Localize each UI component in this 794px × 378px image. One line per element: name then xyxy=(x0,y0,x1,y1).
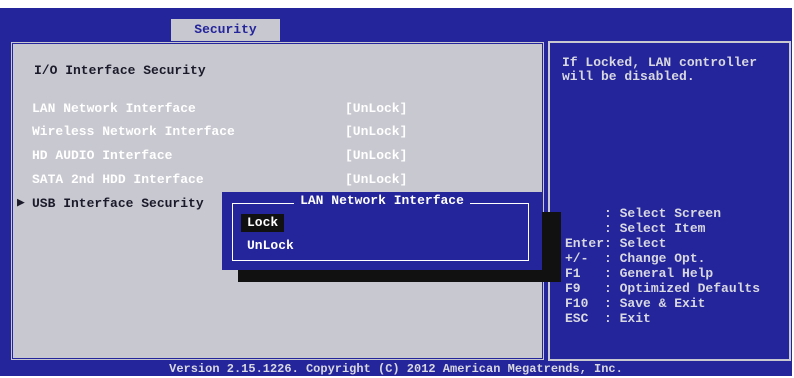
help-description: If Locked, LAN controller will be disabl… xyxy=(562,56,757,84)
key-general-help: F1 : General Help xyxy=(565,266,714,281)
menu-item-sata-label[interactable]: SATA 2nd HDD Interface xyxy=(32,172,204,187)
key-save-exit: F10 : Save & Exit xyxy=(565,296,706,311)
help-line-2: will be disabled. xyxy=(562,69,695,84)
help-line-1: If Locked, LAN controller xyxy=(562,55,758,70)
option-dialog: LAN Network Interface Lock UnLock xyxy=(222,192,542,270)
key-exit: ESC : Exit xyxy=(565,311,651,326)
key-select-item: : Select Item xyxy=(565,221,706,236)
submenu-arrow-icon: ▶ xyxy=(17,195,25,210)
menu-item-lan-value[interactable]: [UnLock] xyxy=(345,101,407,116)
menu-item-usb-label[interactable]: USB Interface Security xyxy=(32,196,204,211)
menu-item-hdaudio-value[interactable]: [UnLock] xyxy=(345,148,407,163)
option-unlock[interactable]: UnLock xyxy=(241,237,300,255)
key-change-opt: +/- : Change Opt. xyxy=(565,251,706,266)
dialog-title: LAN Network Interface xyxy=(222,193,542,208)
dialog-title-text: LAN Network Interface xyxy=(294,193,470,208)
version-footer: Version 2.15.1226. Copyright (C) 2012 Am… xyxy=(169,362,623,376)
menu-item-hdaudio-label[interactable]: HD AUDIO Interface xyxy=(32,148,172,163)
option-lock[interactable]: Lock xyxy=(241,214,285,232)
menu-item-wireless-label[interactable]: Wireless Network Interface xyxy=(32,124,235,139)
key-enter: Enter: Select xyxy=(565,236,667,251)
key-optimized-defaults: F9 : Optimized Defaults xyxy=(565,281,761,296)
menu-item-sata-value[interactable]: [UnLock] xyxy=(345,172,407,187)
section-title: I/O Interface Security xyxy=(34,63,206,78)
menu-item-lan-label[interactable]: LAN Network Interface xyxy=(32,101,196,116)
key-legend: : Select Screen : Select Item Enter: Sel… xyxy=(565,206,760,326)
key-select-screen: : Select Screen xyxy=(565,206,722,221)
menu-item-wireless-value[interactable]: [UnLock] xyxy=(345,124,407,139)
tab-security[interactable]: Security xyxy=(171,19,280,41)
